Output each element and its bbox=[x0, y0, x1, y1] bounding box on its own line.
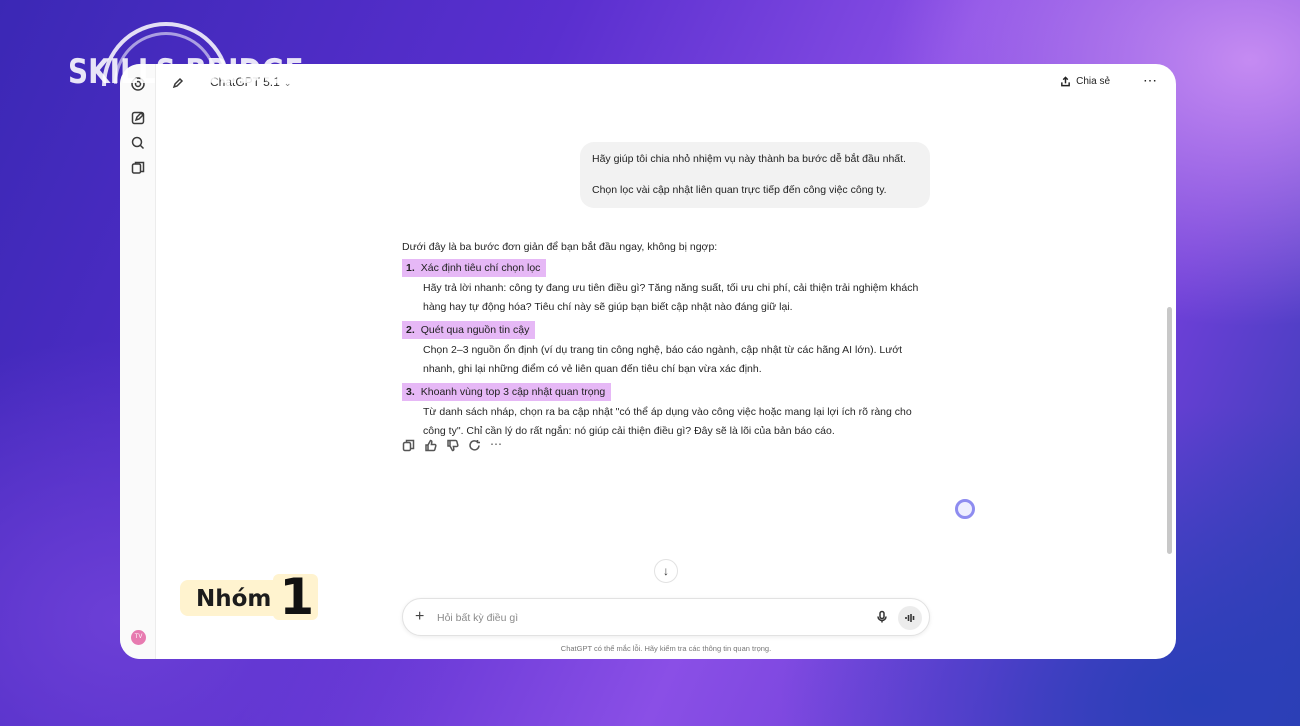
step-body: Từ danh sách nháp, chọn ra ba cập nhật "… bbox=[423, 406, 912, 437]
step-number: 2. bbox=[406, 324, 415, 336]
topbar: ChatGPT 5.1 ⌄ Chia sẻ ⋯ bbox=[156, 64, 1176, 102]
answer-step: 1. Xác định tiêu chí chọn lọc Hãy trả lời… bbox=[402, 259, 932, 317]
logo-text: SKILLS BRIDGE bbox=[68, 52, 304, 92]
step-heading: 3. Khoanh vùng top 3 cập nhật quan trọng bbox=[402, 383, 612, 401]
assistant-message: Dưới đây là ba bước đơn giản để bạn bắt … bbox=[402, 239, 932, 441]
copy-icon[interactable] bbox=[402, 439, 415, 452]
answer-step: 3. Khoanh vùng top 3 cập nhật quan trọng … bbox=[402, 383, 932, 441]
user-message-line: Chọn lọc vài cập nhật liên quan trực tiế… bbox=[592, 183, 887, 196]
step-title: Xác định tiêu chí chọn lọc bbox=[420, 262, 541, 274]
group-label: Nhóm bbox=[180, 580, 282, 616]
composer: + bbox=[402, 598, 930, 636]
voice-icon bbox=[905, 614, 915, 622]
step-title: Quét qua nguồn tin cậy bbox=[420, 324, 530, 336]
user-message-line: Hãy giúp tôi chia nhỏ nhiệm vụ này thành… bbox=[592, 153, 906, 165]
chatgpt-window: TV ChatGPT 5.1 ⌄ Chia sẻ ⋯ Hãy giúp tôi c… bbox=[120, 64, 1176, 659]
library-icon[interactable] bbox=[130, 160, 146, 176]
share-button[interactable]: Chia sẻ bbox=[1060, 76, 1110, 87]
more-options-button[interactable]: ⋯ bbox=[1143, 72, 1158, 89]
sidebar-rail: TV bbox=[120, 64, 156, 659]
arrow-down-icon[interactable]: ↓ bbox=[654, 559, 678, 583]
mic-icon[interactable] bbox=[875, 610, 889, 624]
share-icon bbox=[1061, 76, 1070, 87]
scrollbar[interactable] bbox=[1167, 307, 1172, 554]
step-heading: 2. Quét qua nguồn tin cậy bbox=[402, 321, 536, 339]
new-chat-icon[interactable] bbox=[130, 110, 146, 126]
step-number: 3. bbox=[406, 386, 415, 398]
prompt-input[interactable] bbox=[437, 609, 857, 627]
step-title: Khoanh vùng top 3 cập nhật quan trọng bbox=[420, 386, 606, 398]
regenerate-icon[interactable] bbox=[468, 439, 481, 452]
thumbs-up-icon[interactable] bbox=[424, 439, 437, 452]
user-message-bubble: Hãy giúp tôi chia nhỏ nhiệm vụ này thành… bbox=[580, 142, 930, 208]
cursor-highlight bbox=[955, 499, 975, 519]
answer-step: 2. Quét qua nguồn tin cậy Chọn 2–3 nguồn … bbox=[402, 321, 932, 379]
search-icon[interactable] bbox=[130, 135, 146, 151]
voice-mode-button[interactable] bbox=[898, 606, 922, 630]
group-badge: Nhóm 1 bbox=[180, 572, 319, 622]
group-number: 1 bbox=[273, 572, 319, 622]
plus-icon[interactable]: + bbox=[415, 608, 424, 626]
avatar[interactable]: TV bbox=[131, 630, 146, 645]
share-label: Chia sẻ bbox=[1076, 76, 1110, 87]
step-number: 1. bbox=[406, 262, 415, 274]
answer-intro: Dưới đây là ba bước đơn giản để bạn bắt … bbox=[402, 241, 718, 253]
brand-logo: SKILLS BRIDGE bbox=[68, 20, 304, 100]
thumbs-down-icon[interactable] bbox=[446, 439, 459, 452]
step-body: Chọn 2–3 nguồn ổn định (ví dụ trang tin … bbox=[423, 344, 903, 375]
disclaimer: ChatGPT có thể mắc lỗi. Hãy kiểm tra các… bbox=[560, 644, 772, 653]
message-actions: ⋯ bbox=[402, 438, 502, 452]
more-actions-icon[interactable]: ⋯ bbox=[490, 438, 502, 452]
step-body: Hãy trả lời nhanh: công ty đang ưu tiên … bbox=[423, 282, 919, 313]
step-heading: 1. Xác định tiêu chí chọn lọc bbox=[402, 259, 547, 277]
